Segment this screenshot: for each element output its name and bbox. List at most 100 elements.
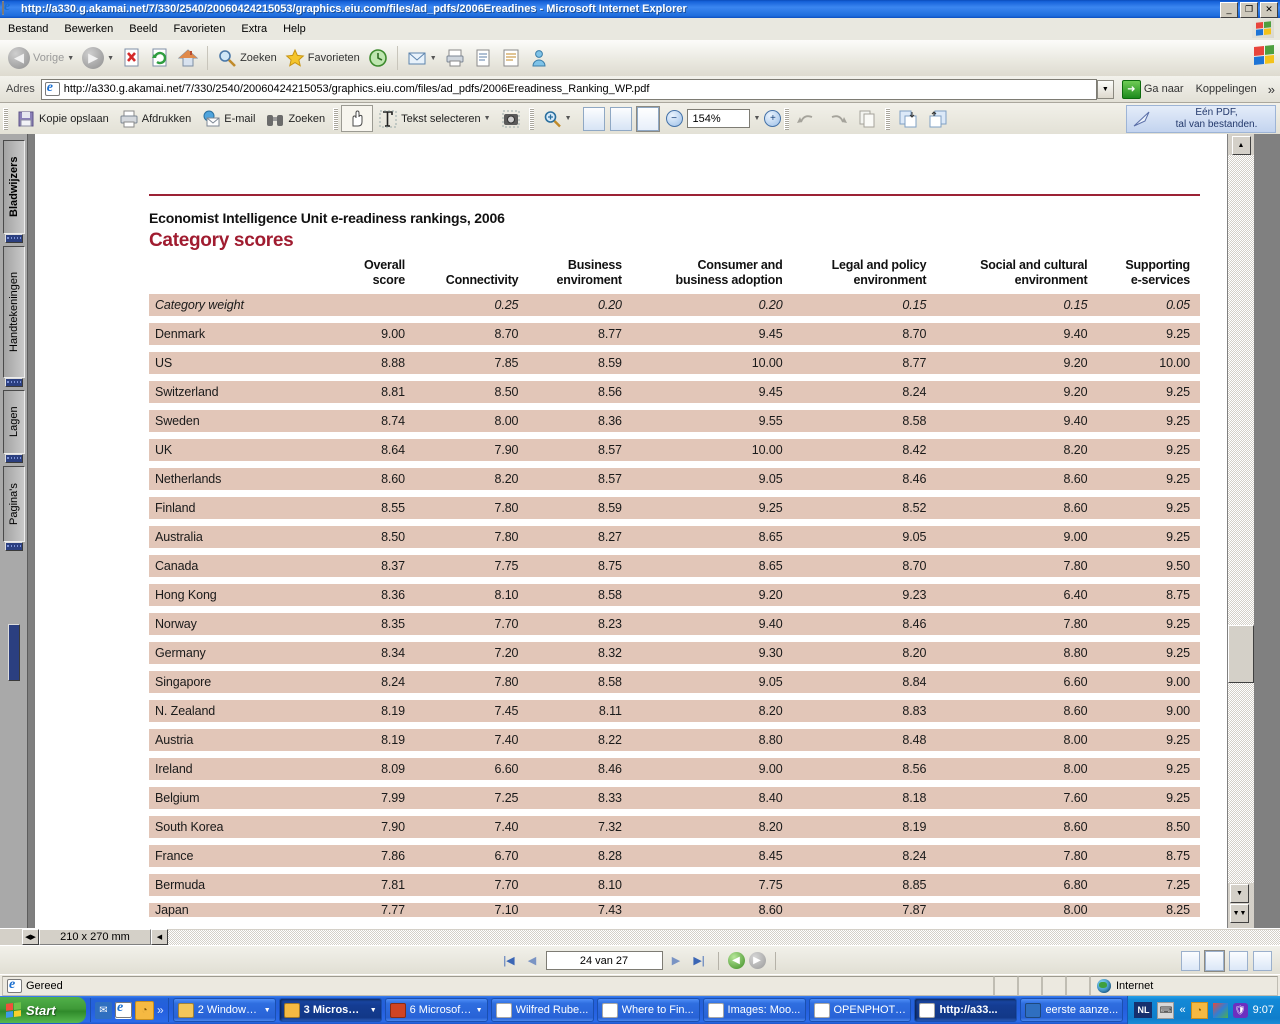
- scroll-up-button[interactable]: ▲: [1231, 136, 1251, 155]
- back-button[interactable]: ◀ Vorige ▼: [4, 43, 78, 73]
- mail-dropdown-icon[interactable]: ▼: [430, 55, 437, 62]
- edit-button[interactable]: [469, 43, 497, 73]
- search-button[interactable]: Zoeken: [213, 43, 281, 73]
- vertical-scroll-track[interactable]: [1228, 155, 1254, 883]
- shield-icon[interactable]: 🛡: [1232, 1002, 1248, 1018]
- document-vertical-scrollbar[interactable]: ▲ ▼ ▼▼: [1227, 134, 1254, 929]
- menu-item-help[interactable]: Help: [275, 21, 314, 37]
- redo-button[interactable]: [822, 106, 852, 131]
- next-page-button[interactable]: ▶: [667, 951, 686, 970]
- clock-tray-icon[interactable]: ◔: [1190, 1001, 1208, 1019]
- next-page-view-button[interactable]: [923, 106, 953, 131]
- nav-tab-bookmarks-handle[interactable]: [5, 234, 23, 243]
- menu-item-extra[interactable]: Extra: [233, 21, 275, 37]
- keyboard-icon[interactable]: ⌨: [1157, 1001, 1175, 1019]
- previous-page-button[interactable]: ◀: [523, 951, 542, 970]
- zoom-dropdown-icon[interactable]: ▼: [565, 115, 572, 122]
- favorites-button[interactable]: Favorieten: [281, 43, 364, 73]
- language-indicator[interactable]: NL: [1134, 1002, 1153, 1018]
- taskbar-clock[interactable]: 9:07: [1253, 1004, 1274, 1016]
- taskbar-task-2[interactable]: 6 Microsoft... ▼: [384, 998, 488, 1022]
- launch-outlook-icon[interactable]: ✉: [95, 1001, 112, 1019]
- menu-item-bestand[interactable]: Bestand: [0, 21, 56, 37]
- zoom-tool-button[interactable]: ▼: [537, 106, 577, 131]
- close-button[interactable]: ✕: [1260, 2, 1278, 18]
- toolbar-grip[interactable]: [3, 107, 8, 130]
- discuss-button[interactable]: [497, 43, 525, 73]
- continuous-layout-button[interactable]: [1204, 950, 1225, 972]
- actual-size-button[interactable]: [582, 106, 605, 131]
- scroll-next-page-button[interactable]: ▼▼: [1230, 904, 1249, 923]
- taskbar-task-0[interactable]: 2 Windows ... ▼: [172, 998, 276, 1022]
- taskbar-group-dropdown-icon[interactable]: ▼: [370, 1007, 377, 1014]
- stop-button[interactable]: [118, 43, 146, 73]
- print-button[interactable]: [441, 43, 469, 73]
- fit-width-button[interactable]: [635, 105, 660, 132]
- menu-item-favorieten[interactable]: Favorieten: [165, 21, 233, 37]
- messenger-button[interactable]: [525, 43, 553, 73]
- back-dropdown-icon[interactable]: ▼: [67, 55, 74, 62]
- page-number-input[interactable]: 24 van 27: [545, 951, 663, 970]
- toolbar-grip-5[interactable]: [885, 107, 891, 130]
- taskbar-task-7[interactable]: http://a33...: [914, 998, 1018, 1022]
- last-page-button[interactable]: ▶|: [690, 951, 709, 970]
- menu-item-bewerken[interactable]: Bewerken: [56, 21, 121, 37]
- taskbar-group-dropdown-icon[interactable]: ▼: [264, 1007, 271, 1014]
- menu-item-beeld[interactable]: Beeld: [121, 21, 165, 37]
- snapshot-button[interactable]: [496, 106, 526, 131]
- print-pdf-button[interactable]: Afdrukken: [114, 106, 197, 131]
- horizontal-scroll-track[interactable]: [168, 929, 1280, 945]
- history-button[interactable]: [364, 43, 392, 73]
- email-pdf-button[interactable]: E-mail: [196, 106, 260, 131]
- continuous-facing-layout-button[interactable]: [1253, 951, 1272, 971]
- nav-pane-splitter[interactable]: [8, 624, 20, 681]
- zoom-out-button[interactable]: −: [665, 110, 683, 127]
- previous-page-view-button[interactable]: [893, 106, 923, 131]
- toolbar-overflow-icon[interactable]: »: [1263, 82, 1280, 97]
- quick-launch-overflow-icon[interactable]: »: [157, 1003, 164, 1017]
- taskbar-task-1[interactable]: 3 Microsoft... ▼: [278, 998, 382, 1022]
- refresh-button[interactable]: [146, 43, 174, 73]
- first-page-button[interactable]: |◀: [500, 951, 519, 970]
- nav-tab-pages[interactable]: Pagina's: [3, 466, 25, 542]
- adobe-ad-badge[interactable]: Eén PDF, tal van bestanden.: [1126, 105, 1276, 133]
- nav-tab-bookmarks[interactable]: Bladwijzers: [3, 140, 25, 234]
- address-dropdown-icon[interactable]: ▼: [1096, 79, 1114, 99]
- nav-tab-layers-handle[interactable]: [5, 454, 23, 463]
- single-page-layout-button[interactable]: [1181, 951, 1200, 971]
- vertical-scroll-thumb[interactable]: [1228, 625, 1254, 683]
- display-icon[interactable]: [1212, 1002, 1228, 1018]
- launch-clock-icon[interactable]: ◔: [135, 1000, 154, 1020]
- zoom-level-dropdown-icon[interactable]: ▼: [750, 115, 765, 122]
- links-button[interactable]: Koppelingen: [1190, 83, 1263, 95]
- select-text-button[interactable]: Tekst selecteren ▼: [373, 106, 495, 131]
- forward-button[interactable]: ▶ ▼: [78, 43, 118, 73]
- tray-expand-icon[interactable]: «: [1179, 1004, 1185, 1016]
- launch-ie-icon[interactable]: [115, 1001, 132, 1019]
- forward-dropdown-icon[interactable]: ▼: [107, 55, 114, 62]
- zoom-level-input[interactable]: 154%: [686, 109, 750, 128]
- mail-button[interactable]: ▼: [403, 43, 441, 73]
- go-button[interactable]: ➜ Ga naar: [1116, 79, 1190, 99]
- start-button[interactable]: Start: [0, 997, 86, 1023]
- taskbar-task-4[interactable]: Where to Fin...: [596, 998, 700, 1022]
- nav-tab-signatures-handle[interactable]: [5, 378, 23, 387]
- toolbar-grip-2[interactable]: [333, 107, 339, 130]
- restore-button[interactable]: ❐: [1240, 2, 1258, 18]
- taskbar-task-6[interactable]: OPENPHOTO...: [808, 998, 912, 1022]
- zoom-in-button[interactable]: +: [764, 110, 782, 127]
- select-text-dropdown-icon[interactable]: ▼: [484, 115, 491, 122]
- page-size-resize-grip[interactable]: ◀▶: [22, 929, 39, 945]
- next-view-button[interactable]: ▶: [748, 952, 766, 969]
- save-copy-button[interactable]: Kopie opslaan: [11, 106, 114, 131]
- undo-button[interactable]: [792, 106, 822, 131]
- taskbar-task-8[interactable]: eerste aanze...: [1020, 998, 1124, 1022]
- horizontal-scroll-left-button[interactable]: ◀: [151, 929, 168, 945]
- copy-button[interactable]: [852, 106, 882, 131]
- facing-layout-button[interactable]: [1229, 951, 1248, 971]
- nav-tab-layers[interactable]: Lagen: [3, 390, 25, 454]
- nav-tab-pages-handle[interactable]: [5, 542, 23, 551]
- address-input[interactable]: http://a330.g.akamai.net/7/330/2540/2006…: [40, 78, 1097, 100]
- taskbar-task-5[interactable]: Images: Moo...: [702, 998, 806, 1022]
- toolbar-grip-4[interactable]: [784, 107, 790, 130]
